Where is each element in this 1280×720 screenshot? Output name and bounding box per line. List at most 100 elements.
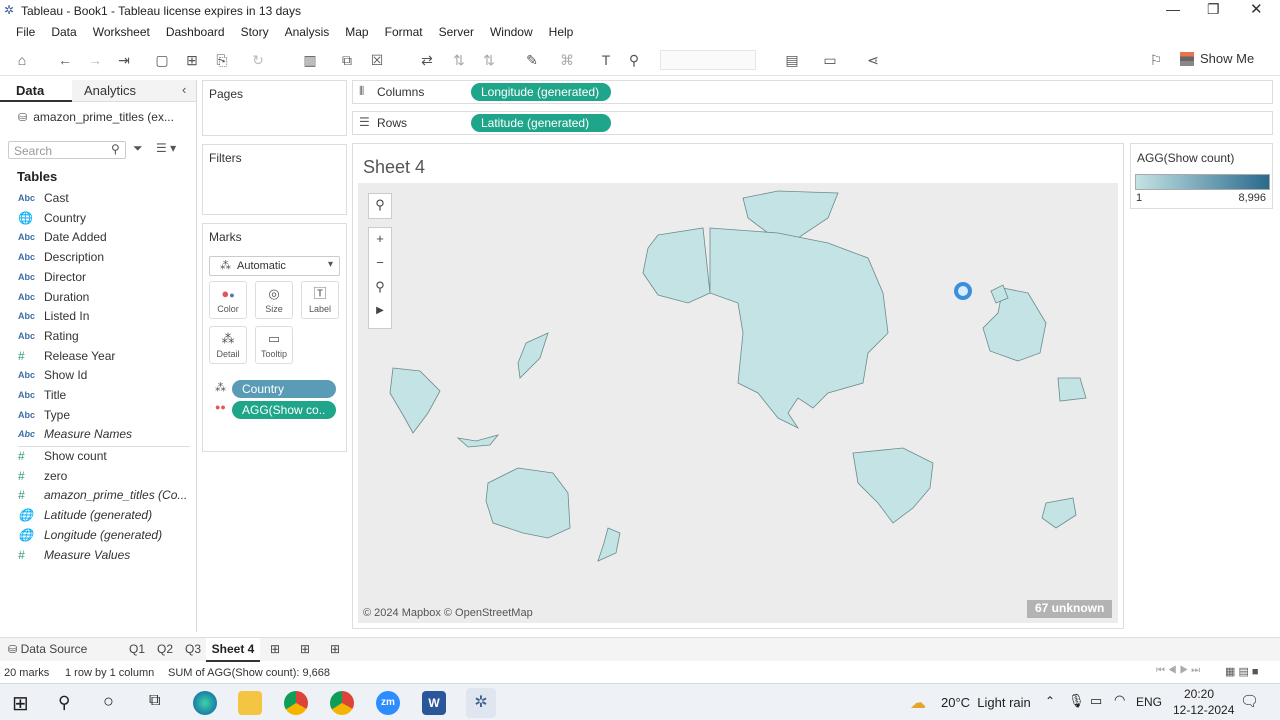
agg-show-count-pill[interactable]: AGG(Show co..: [232, 401, 336, 419]
detail-button[interactable]: ⁂ Detail: [209, 326, 247, 364]
country-pill[interactable]: Country: [232, 380, 336, 398]
minimize-icon[interactable]: —: [1166, 1, 1180, 17]
field-item[interactable]: # Release Year: [18, 347, 115, 365]
zoom-in-icon[interactable]: +: [369, 228, 391, 252]
refresh-icon[interactable]: ↻: [248, 50, 268, 70]
chrome-profile-icon[interactable]: [330, 691, 354, 715]
word-icon[interactable]: W: [422, 691, 446, 715]
tooltip-button[interactable]: ▭ Tooltip: [255, 326, 293, 364]
highlight-icon[interactable]: ✎: [522, 50, 542, 70]
paste-icon[interactable]: ⎘: [212, 50, 232, 70]
tab-q1[interactable]: Q1: [129, 642, 145, 656]
field-search[interactable]: Search ⚲: [8, 141, 126, 159]
field-item[interactable]: Abc Show Id: [18, 366, 87, 384]
redo-icon[interactable]: →: [85, 50, 105, 70]
restore-icon[interactable]: ❐: [1207, 1, 1220, 18]
map-view[interactable]: ⚲ + − ⚲ ▶ © 2024 Mapbox © OpenStreetMap …: [358, 183, 1118, 623]
field-item[interactable]: 🌐 Country: [18, 209, 86, 227]
presentation-icon[interactable]: ▭: [820, 50, 840, 70]
field-item[interactable]: 🌐 Latitude (generated): [18, 506, 152, 524]
field-item[interactable]: Abc Duration: [18, 288, 89, 306]
pin-map-icon[interactable]: ⚲: [369, 276, 391, 300]
microphone-icon[interactable]: 🎙: [1068, 693, 1085, 709]
cortana-icon[interactable]: ○: [103, 691, 114, 712]
field-item[interactable]: Abc Description: [18, 248, 104, 266]
clock-time[interactable]: 20:20: [1184, 687, 1214, 701]
unknown-indicator[interactable]: 67 unknown: [1027, 600, 1113, 618]
filter-icon[interactable]: ⏷: [133, 141, 143, 156]
tab-q2[interactable]: Q2: [157, 642, 173, 656]
zoom-out-icon[interactable]: −: [369, 252, 391, 276]
group-icon[interactable]: ⌘: [557, 50, 577, 70]
home-icon[interactable]: ⌂: [12, 50, 32, 70]
field-item[interactable]: # zero: [18, 467, 67, 485]
windows-start-icon[interactable]: ⊞: [12, 691, 29, 716]
new-story-tab-icon[interactable]: ⊞: [330, 642, 340, 656]
fit-dropdown[interactable]: [660, 50, 756, 70]
size-button[interactable]: ◎ Size: [255, 281, 293, 319]
mark-type-dropdown[interactable]: ⁂ Automatic ▾: [209, 256, 340, 276]
menu-format[interactable]: Format: [377, 25, 431, 39]
field-item[interactable]: Abc Type: [18, 406, 70, 424]
weather-text[interactable]: 20°C Light rain: [941, 695, 1031, 710]
language-indicator[interactable]: ENG: [1136, 695, 1162, 709]
replay-icon[interactable]: ⇥: [114, 50, 134, 70]
guide-icon[interactable]: ⚐: [1146, 50, 1166, 70]
battery-icon[interactable]: ▭: [1090, 693, 1102, 709]
menu-file[interactable]: File: [8, 25, 43, 39]
field-item[interactable]: Abc Rating: [18, 327, 79, 345]
tab-sheet-4[interactable]: Sheet 4: [206, 638, 260, 662]
tab-data[interactable]: Data: [0, 80, 72, 102]
menu-story[interactable]: Story: [233, 25, 277, 39]
label-button[interactable]: 🅃 Label: [301, 281, 339, 319]
tab-analytics[interactable]: Analytics ‹: [72, 80, 196, 102]
menu-window[interactable]: Window: [482, 25, 541, 39]
color-button[interactable]: ●● Color: [209, 281, 247, 319]
grid-view-icon[interactable]: ▦ ▤ ■: [1225, 665, 1259, 678]
new-datasource-icon[interactable]: ⊞: [182, 50, 202, 70]
field-item[interactable]: Abc Cast: [18, 189, 69, 207]
labels-icon[interactable]: T: [596, 50, 616, 70]
view-options-icon[interactable]: ☰ ▾: [156, 141, 176, 155]
field-item[interactable]: Abc Director: [18, 268, 86, 286]
pin-icon[interactable]: ⚲: [624, 50, 644, 70]
swap-icon[interactable]: ⇄: [417, 50, 437, 70]
rows-shelf[interactable]: ☰ Rows Latitude (generated): [352, 111, 1273, 135]
map-search-icon[interactable]: ⚲: [369, 194, 391, 218]
undo-icon[interactable]: ←: [55, 50, 75, 70]
clock-date[interactable]: 12-12-2024: [1173, 703, 1234, 717]
data-source-tab[interactable]: ⛁ Data Source: [8, 642, 87, 656]
pages-card[interactable]: Pages: [202, 80, 347, 136]
tab-q3[interactable]: Q3: [185, 642, 201, 656]
sort-desc-icon[interactable]: ⇅: [479, 50, 499, 70]
zoom-icon[interactable]: zm: [376, 691, 400, 715]
share-icon[interactable]: ⋖: [863, 50, 883, 70]
menu-server[interactable]: Server: [431, 25, 482, 39]
menu-worksheet[interactable]: Worksheet: [85, 25, 158, 39]
field-item[interactable]: Abc Listed In: [18, 307, 89, 325]
sheet-title[interactable]: Sheet 4: [363, 157, 425, 178]
sort-asc-icon[interactable]: ⇅: [449, 50, 469, 70]
new-worksheet-tab-icon[interactable]: ⊞: [270, 642, 280, 656]
menu-help[interactable]: Help: [541, 25, 582, 39]
field-item[interactable]: Abc Title: [18, 386, 66, 404]
wifi-icon[interactable]: ◠: [1114, 692, 1125, 708]
save-icon[interactable]: ▢: [152, 50, 172, 70]
field-item[interactable]: # amazon_prime_titles (Co...: [18, 486, 187, 504]
datasource-item[interactable]: ⛁ amazon_prime_titles (ex...: [18, 110, 174, 124]
status-nav-icons[interactable]: ⏮ ◀ ▶ ⏭: [1156, 665, 1200, 676]
clear-sheet-icon[interactable]: ☒: [367, 50, 387, 70]
latitude-pill[interactable]: Latitude (generated): [471, 114, 611, 132]
new-dashboard-tab-icon[interactable]: ⊞: [300, 642, 310, 656]
file-explorer-icon[interactable]: [238, 691, 262, 715]
field-item[interactable]: 🌐 Longitude (generated): [18, 526, 162, 544]
menu-analysis[interactable]: Analysis: [277, 25, 338, 39]
field-item[interactable]: # Show count: [18, 447, 107, 465]
edge-icon[interactable]: [193, 691, 217, 715]
close-icon[interactable]: ✕: [1250, 0, 1263, 18]
menu-dashboard[interactable]: Dashboard: [158, 25, 233, 39]
play-icon[interactable]: ▶: [369, 300, 391, 324]
field-item[interactable]: Abc Measure Names: [18, 425, 132, 443]
color-legend[interactable]: AGG(Show count) 1 8,996: [1130, 143, 1273, 209]
columns-shelf[interactable]: ⦀ Columns Longitude (generated): [352, 80, 1273, 104]
